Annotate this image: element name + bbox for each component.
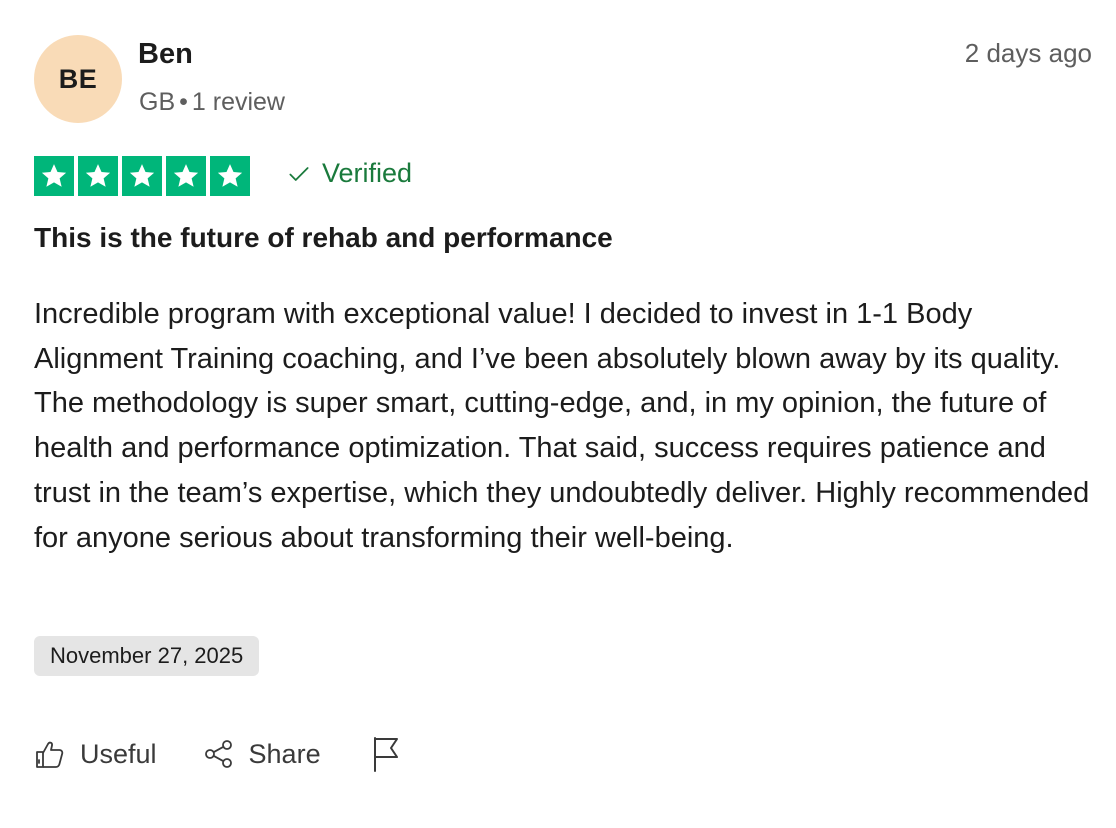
flag-icon <box>373 737 398 772</box>
review-title[interactable]: This is the future of rehab and performa… <box>34 222 613 254</box>
thumbs-up-icon <box>36 741 64 768</box>
review-card: BE Ben GB • 1 review 2 days ago Verified T… <box>0 0 1116 828</box>
share-label: Share <box>248 738 321 769</box>
star-icon <box>34 156 74 196</box>
useful-button[interactable]: Useful <box>34 738 157 770</box>
star-icon <box>166 156 206 196</box>
star-icon <box>122 156 162 196</box>
star-icon <box>78 156 118 196</box>
useful-label: Useful <box>80 738 157 769</box>
verified-label: Verified <box>322 158 413 188</box>
review-body: Incredible program with exceptional valu… <box>34 298 1090 554</box>
share-button[interactable]: Share <box>203 738 321 770</box>
report-button[interactable] <box>371 736 401 772</box>
checkmark-icon <box>289 166 309 181</box>
posted-ago: 2 days ago <box>964 38 1092 68</box>
verified-badge[interactable]: Verified <box>286 158 412 189</box>
reviewer-meta: GB • 1 review <box>139 88 285 117</box>
reviewer-country: GB <box>139 88 176 116</box>
share-icon <box>204 740 232 768</box>
experience-date-badge: November 27, 2025 <box>34 636 260 676</box>
meta-separator: • <box>179 88 188 116</box>
review-count: 1 review <box>191 88 285 116</box>
star-icon <box>210 156 250 196</box>
reviewer-name[interactable]: Ben <box>138 38 193 71</box>
star-rating <box>34 156 250 196</box>
review-actions: Useful Share <box>34 736 401 772</box>
avatar[interactable]: BE <box>34 35 122 123</box>
